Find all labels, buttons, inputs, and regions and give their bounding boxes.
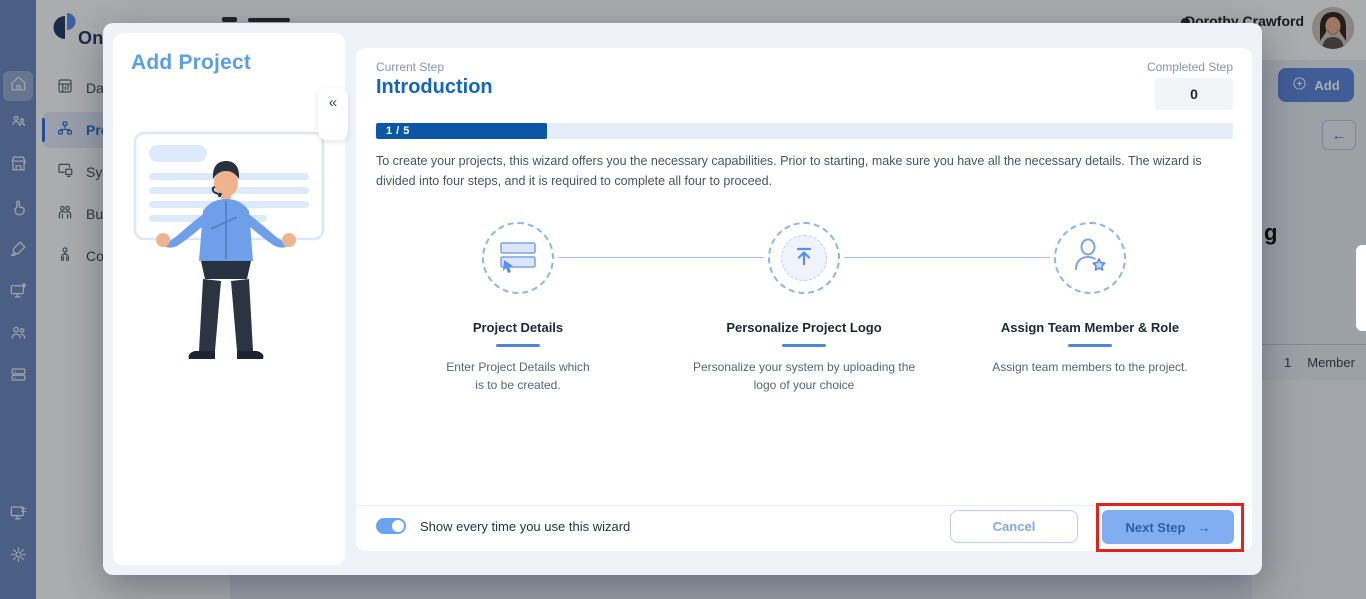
step-circle [1054, 222, 1126, 294]
step-title: Assign Team Member & Role [1000, 320, 1180, 335]
completed-step-value: 0 [1155, 78, 1233, 110]
cancel-button[interactable]: Cancel [950, 510, 1078, 543]
step-title: Project Details [472, 320, 564, 335]
current-step-label: Current Step [376, 60, 445, 74]
upload-icon [791, 243, 817, 274]
annotation-highlight-box [1096, 503, 1244, 552]
toggle-knob [392, 520, 404, 532]
add-project-modal: Add Project « Current Step Introduction … [103, 23, 1262, 575]
wizard-progress-fill: 1 / 5 [376, 123, 548, 139]
modal-title: Add Project [131, 51, 252, 74]
wizard-step-personalize-logo: Personalize Project Logo Personalize you… [684, 222, 924, 394]
completed-step-label: Completed Step [1146, 60, 1233, 74]
step-circle [768, 222, 840, 294]
assign-member-icon [1069, 235, 1111, 282]
toggle-label: Show every time you use this wizard [420, 519, 631, 534]
wizard-step-project-details: Project Details Enter Project Details wh… [398, 222, 638, 394]
panel-edge-handle[interactable] [1356, 245, 1366, 331]
step-underline [496, 344, 540, 347]
step-underline [782, 344, 826, 347]
step-description: Assign team members to the project. [992, 360, 1188, 374]
presenter-illustration [133, 131, 325, 359]
step-underline [1068, 344, 1112, 347]
step-title: Personalize Project Logo [726, 320, 882, 335]
step-description: Personalize your system by uploading the… [692, 360, 916, 392]
modal-right-panel: Current Step Introduction Completed Step… [356, 48, 1252, 551]
form-cursor-icon [497, 236, 539, 281]
wizard-description: To create your projects, this wizard off… [376, 154, 1202, 188]
step-inner-circle [781, 235, 827, 281]
modal-left-panel: Add Project [113, 33, 345, 565]
chevrons-left-icon: « [328, 94, 338, 111]
application-window: One Dorothy Crawford Dash Proje S [0, 0, 1366, 599]
collapse-panel-button[interactable]: « [318, 88, 348, 140]
show-wizard-toggle[interactable] [376, 518, 406, 534]
wizard-progress-label: 1 / 5 [386, 125, 410, 137]
wizard-step-assign-team: Assign Team Member & Role Assign team me… [970, 222, 1210, 376]
cancel-button-label: Cancel [992, 519, 1036, 534]
step-description: Enter Project Details which is to be cre… [446, 360, 590, 392]
current-step-value: Introduction [376, 76, 493, 98]
wizard-progress-bar: 1 / 5 [376, 123, 1233, 139]
step-circle [482, 222, 554, 294]
